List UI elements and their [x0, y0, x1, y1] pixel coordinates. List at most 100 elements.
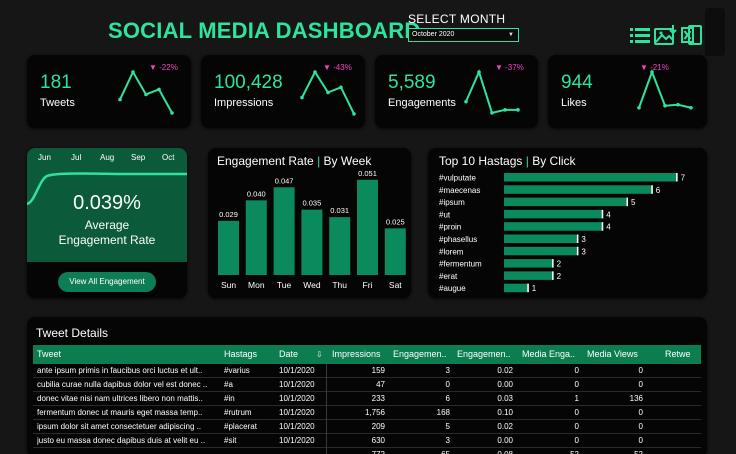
engagement-rate-bar-chart: 0.029 Sun 0.040 Mon 0.047 Tue 0.035 Wed 0.031 Thu… — [218, 169, 406, 290]
bar-value-label: 0.025 — [386, 217, 405, 226]
hashtag-value-label: 6 — [656, 186, 661, 195]
hashtag-bar — [504, 197, 628, 207]
bar-end-marker — [576, 246, 579, 256]
cell-media-views: 52 — [587, 448, 643, 454]
sparkline-point — [689, 105, 693, 110]
hashtag-bar — [504, 271, 554, 280]
bar-mon — [245, 200, 267, 275]
cell-hashtag: #in — [224, 394, 235, 403]
cell-engagement-rate: 0.00 — [497, 436, 513, 445]
table-row[interactable]: ipsum dolor sit amet consectetuer adipis… — [33, 420, 701, 434]
category-label: Fri — [363, 280, 373, 290]
hashtag-value-label: 3 — [581, 235, 586, 244]
table-row[interactable]: cubilia curae nulla dapibus dolor vel es… — [33, 378, 701, 392]
chevron-down-icon: ▼ — [508, 32, 514, 38]
kpi-card-tweets: 181 Tweets ▼ -22% — [27, 55, 191, 128]
category-label: Thu — [332, 280, 347, 290]
table-row[interactable]: donec vitae nisi nam ultrices libero non… — [33, 392, 701, 406]
sparkline-point — [326, 90, 330, 95]
table-header: Tweet Hastags Date ⇩ Impressions Engagem… — [33, 345, 701, 364]
category-label: Tue — [277, 280, 292, 290]
sparkline-point — [144, 92, 148, 97]
category-label: Sun — [221, 280, 236, 290]
cell-impressions: 233 — [371, 394, 385, 403]
average-engagement-card: Jun Jul Aug Sep Oct 0.039% Average Engag… — [27, 148, 187, 298]
bar-value-label: 0.051 — [358, 169, 377, 178]
column-header-media-engagements[interactable]: Media Enga.. — [522, 345, 582, 364]
tweet-details-card: Tweet Details Tweet Hastags Date ⇩ Impre… — [27, 317, 707, 454]
cell-impressions: 159 — [371, 366, 385, 375]
cell-engagement-rate: 0.10 — [497, 408, 513, 417]
hashtag-bar — [504, 185, 653, 194]
bar-end-marker — [601, 209, 604, 219]
bar-value-label: 0.031 — [330, 206, 349, 215]
cell-media-views: 0 — [638, 380, 643, 389]
cell-media-views: 0 — [638, 436, 643, 445]
cell-engagements: 3 — [445, 436, 450, 445]
cell-date: 10/1/2020 — [279, 422, 315, 431]
cell-media-engagements: 0 — [574, 366, 579, 375]
sparkline-point — [663, 103, 667, 108]
engagement-rate-card: Engagement Rate | By Week 0.029 Sun 0.040 M… — [208, 148, 411, 298]
sparkline-point — [313, 70, 317, 74]
column-header-engagement-rate[interactable]: Engagemen.. — [457, 345, 517, 364]
cell-date: 10/1/2020 — [279, 366, 315, 375]
average-engagement-label: Average Engagement Rate — [27, 218, 187, 248]
category-label: Sat — [389, 280, 402, 290]
cell-engagements: 3 — [445, 366, 450, 375]
kpi-card-impressions: 100,428 Impressions ▼ -43% — [201, 55, 365, 128]
table-row[interactable]: justo eu massa donec dapibus duis at vel… — [33, 434, 701, 448]
cell-media-views: 0 — [638, 408, 643, 417]
cell-engagements: 168 — [436, 408, 450, 417]
hashtag-value-label: 1 — [532, 284, 537, 293]
column-header-engagements[interactable]: Engagemen.. — [393, 345, 453, 364]
cell-tweet: ipsum dolor sit amet consectetuer adipis… — [37, 422, 202, 431]
category-label: Wed — [303, 280, 321, 290]
bar-value-label: 0.047 — [275, 176, 294, 185]
month-dropdown-value: October 2020 — [412, 31, 455, 38]
image-download-icon[interactable] — [654, 24, 678, 46]
column-header-hashtags[interactable]: Hastags — [224, 345, 274, 364]
sparkline-point — [157, 87, 161, 92]
cell-date: 10/1/2020 — [279, 394, 315, 403]
column-header-tweet[interactable]: Tweet — [37, 345, 217, 364]
cell-impressions: 630 — [371, 436, 385, 445]
column-header-date[interactable]: Date — [279, 345, 319, 364]
column-header-retweets[interactable]: Retwe — [665, 345, 701, 364]
bar-end-marker — [601, 222, 604, 231]
hashtag-label: #ut — [439, 210, 451, 219]
cell-engagements: 5 — [445, 422, 450, 431]
average-label-line1: Average — [84, 218, 130, 232]
cell-impressions: 47 — [376, 380, 385, 389]
sparkline-point — [650, 70, 654, 74]
cell-date: 10/1/2020 — [279, 380, 315, 389]
sparkline-point — [516, 108, 520, 112]
table-row[interactable]: fermentum donec ut mauris eget massa tem… — [33, 406, 701, 420]
cell-engagement-rate: 0.03 — [497, 394, 513, 403]
list-icon[interactable] — [630, 24, 650, 46]
sort-icon[interactable]: ⇩ — [316, 345, 326, 364]
cell-hashtag: #rutrum — [224, 408, 252, 417]
average-engagement-value: 0.039% — [73, 192, 141, 214]
cell-tweet: justo eu massa donec dapibus duis at vel… — [37, 436, 206, 445]
hashtag-bar — [504, 234, 579, 243]
kpi-sparkline — [637, 69, 693, 110]
hashtag-value-label: 7 — [681, 174, 686, 183]
hashtag-value-label: 2 — [557, 260, 562, 269]
column-header-media-views[interactable]: Media Views — [587, 345, 651, 364]
excel-icon[interactable] — [681, 24, 702, 46]
bar-fri — [357, 179, 378, 275]
hashtag-label: #vulputate — [439, 174, 476, 183]
bar-sat — [384, 228, 406, 275]
hashtag-label: #lorem — [439, 247, 464, 256]
table-row[interactable]: ante ipsum primis in faucibus orci luctu… — [33, 364, 701, 378]
column-header-impressions[interactable]: Impressions — [332, 345, 390, 364]
table-row[interactable]: 772 65 0.08 52 52 — [33, 448, 701, 454]
top-hashtags-card: Top 10 Hastags | By Click #vulputate 7 #ma… — [428, 148, 707, 298]
average-label-line2: Engagement Rate — [58, 233, 156, 247]
month-dropdown[interactable]: October 2020 ▼ — [408, 28, 519, 42]
view-all-engagement-button[interactable]: View All Engagement — [58, 272, 156, 292]
kpi-card-engagements: 5,589 Engagements ▼ -37% — [375, 55, 538, 128]
tweet-details-table[interactable]: Tweet Hastags Date ⇩ Impressions Engagem… — [33, 345, 701, 454]
cell-engagement-rate: 0.00 — [497, 380, 513, 389]
